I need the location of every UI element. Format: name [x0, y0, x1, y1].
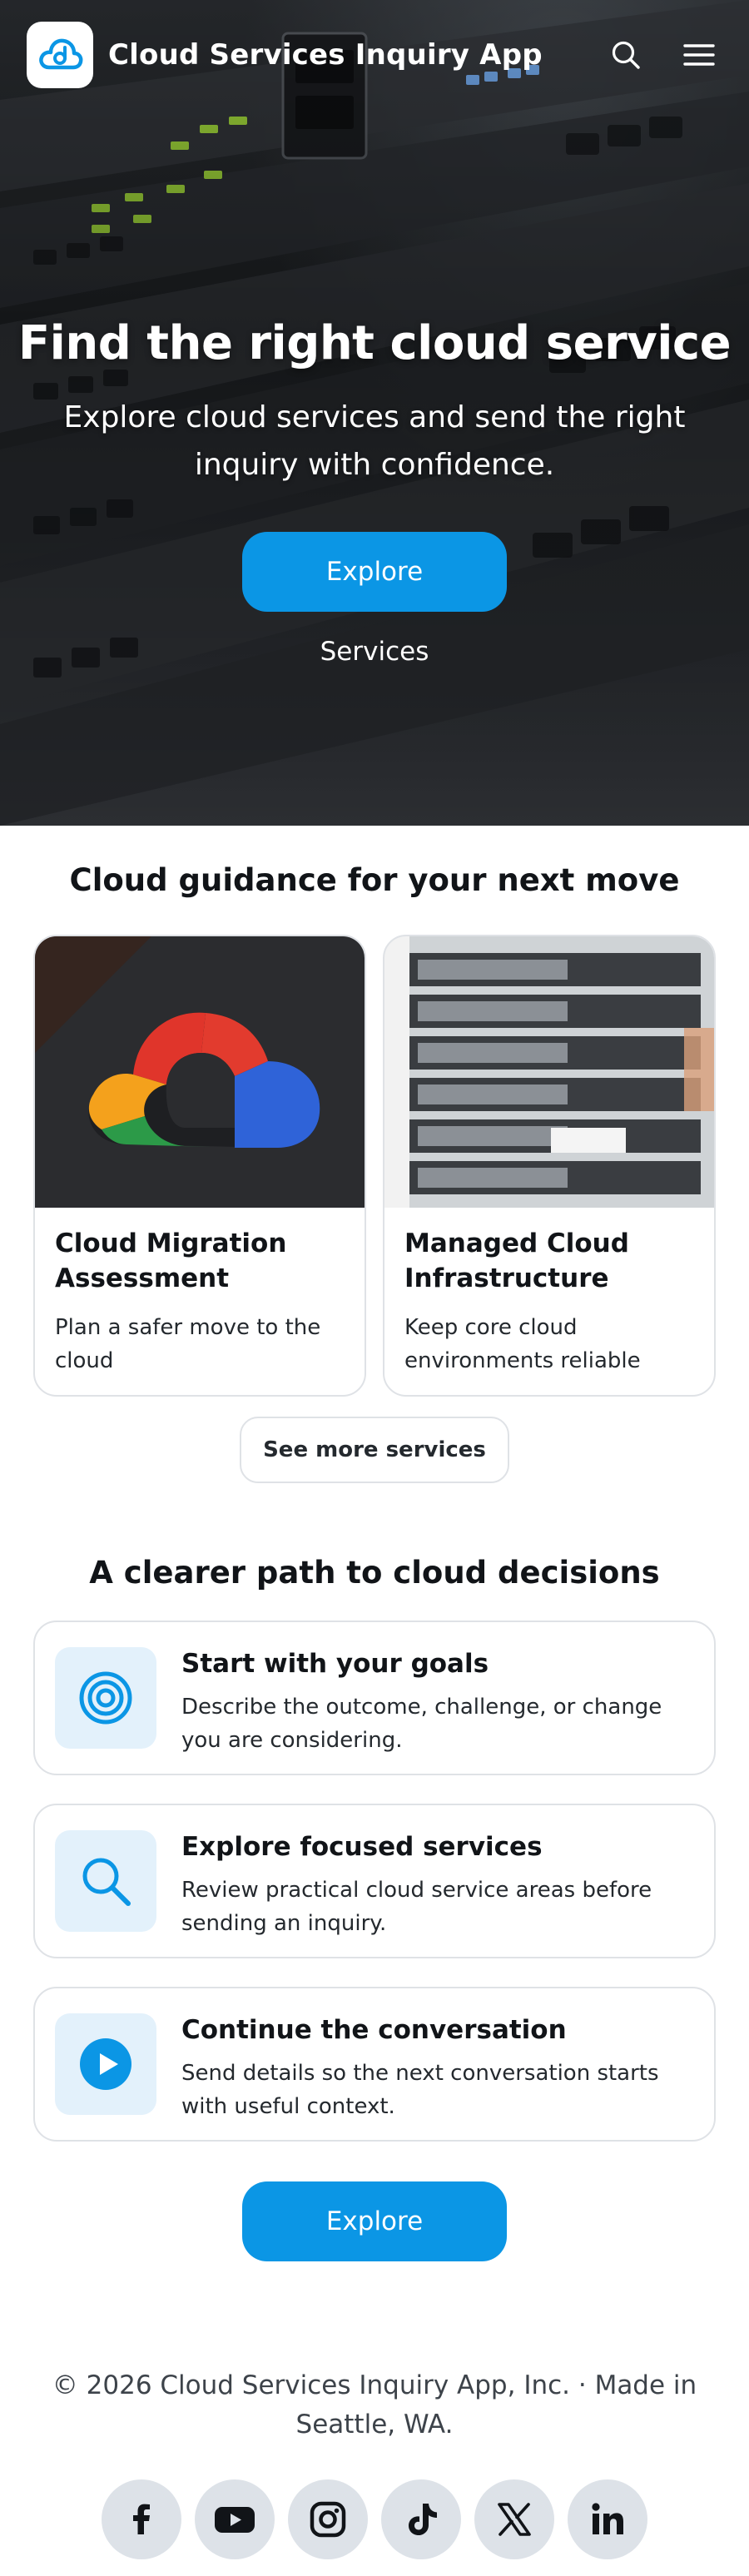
step-card: Start with your goals Describe the outco… [33, 1621, 716, 1775]
card-title: Managed Cloud Infrastructure [404, 1228, 629, 1293]
step-text: Explore focused services Review practica… [181, 1830, 689, 1940]
instagram-link[interactable] [288, 2479, 368, 2559]
header-actions [608, 37, 717, 73]
step-title: Explore focused services [181, 1832, 543, 1862]
hero-subtitle: Explore cloud services and send the righ… [63, 400, 686, 482]
step-title: Start with your goals [181, 1649, 489, 1679]
hero-section: Cloud Services Inquiry App Find the righ… [0, 0, 749, 826]
footer: © 2026 Cloud Services Inquiry App, Inc. … [0, 2366, 749, 2576]
see-more-services-button[interactable]: See more services [240, 1417, 509, 1483]
youtube-link[interactable] [195, 2479, 275, 2559]
service-cards: Cloud Migration Assessment Plan a safer … [0, 935, 749, 1397]
top-navigation-bar: Cloud Services Inquiry App [0, 0, 749, 110]
step-description: Send details so the next conversation st… [181, 2061, 659, 2119]
tiktok-link[interactable] [381, 2479, 461, 2559]
bottom-cta-wrap: Explore Services [0, 2181, 749, 2316]
social-links [0, 2479, 749, 2576]
server-rack-image [384, 936, 714, 1208]
step-card: Continue the conversation Send details s… [33, 1987, 716, 2142]
services-section-title: Cloud guidance for your next move [69, 862, 680, 898]
card-body: Managed Cloud Infrastructure Keep core c… [384, 1208, 714, 1377]
brand-name[interactable]: Cloud Services Inquiry App [108, 38, 543, 72]
service-card[interactable]: Cloud Migration Assessment Plan a safer … [33, 935, 366, 1397]
linkedin-link[interactable] [568, 2479, 647, 2559]
card-title: Cloud Migration Assessment [55, 1228, 287, 1293]
step-description: Review practical cloud service areas bef… [181, 1878, 652, 1936]
hero-title: Find the right cloud service [17, 316, 732, 370]
x-icon [498, 2503, 531, 2536]
search-icon [82, 1858, 131, 1906]
facebook-link[interactable] [102, 2479, 181, 2559]
explore-services-button[interactable]: Explore Services [242, 2181, 507, 2316]
instagram-icon [310, 2501, 346, 2538]
step-description: Describe the outcome, challenge, or chan… [181, 1695, 662, 1753]
facebook-icon [133, 2504, 150, 2534]
card-description: Plan a safer move to the cloud [55, 1315, 321, 1373]
search-icon [612, 41, 640, 69]
linkedin-icon [592, 2503, 623, 2534]
copyright-text: © 2026 Cloud Services Inquiry App, Inc. … [52, 2370, 697, 2440]
step-icon-tile [55, 2013, 156, 2115]
step-title: Continue the conversation [181, 2015, 567, 2045]
step-text: Continue the conversation Send details s… [181, 2013, 689, 2123]
menu-button[interactable] [681, 37, 717, 73]
step-icon-tile [55, 1647, 156, 1749]
decision-path-section: A clearer path to cloud decisions Start … [0, 1483, 749, 2316]
step-text: Start with your goals Describe the outco… [181, 1647, 689, 1757]
hero-content: Find the right cloud service Explore clo… [0, 316, 749, 667]
step-icon-tile [55, 1830, 156, 1932]
cloud-logo-icon [39, 38, 83, 70]
cloud-logo-image [35, 936, 365, 1208]
x-link[interactable] [474, 2479, 554, 2559]
card-body: Cloud Migration Assessment Plan a safer … [35, 1208, 365, 1377]
card-description: Keep core cloud environments reliable [404, 1315, 641, 1373]
app-logo[interactable] [27, 22, 93, 88]
tiktok-icon [409, 2504, 437, 2535]
service-card[interactable]: Managed Cloud Infrastructure Keep core c… [383, 935, 716, 1397]
explore-services-button[interactable]: Explore Services [242, 532, 507, 667]
target-icon [79, 1671, 132, 1725]
hamburger-menu-icon [683, 44, 715, 66]
step-list: Start with your goals Describe the outco… [0, 1621, 749, 2142]
step-card: Explore focused services Review practica… [33, 1804, 716, 1958]
services-section: Cloud guidance for your next move Cloud … [0, 826, 749, 1483]
search-button[interactable] [608, 37, 644, 73]
play-circle-icon [80, 2038, 131, 2090]
youtube-icon [215, 2507, 255, 2533]
path-section-title: A clearer path to cloud decisions [89, 1555, 660, 1591]
